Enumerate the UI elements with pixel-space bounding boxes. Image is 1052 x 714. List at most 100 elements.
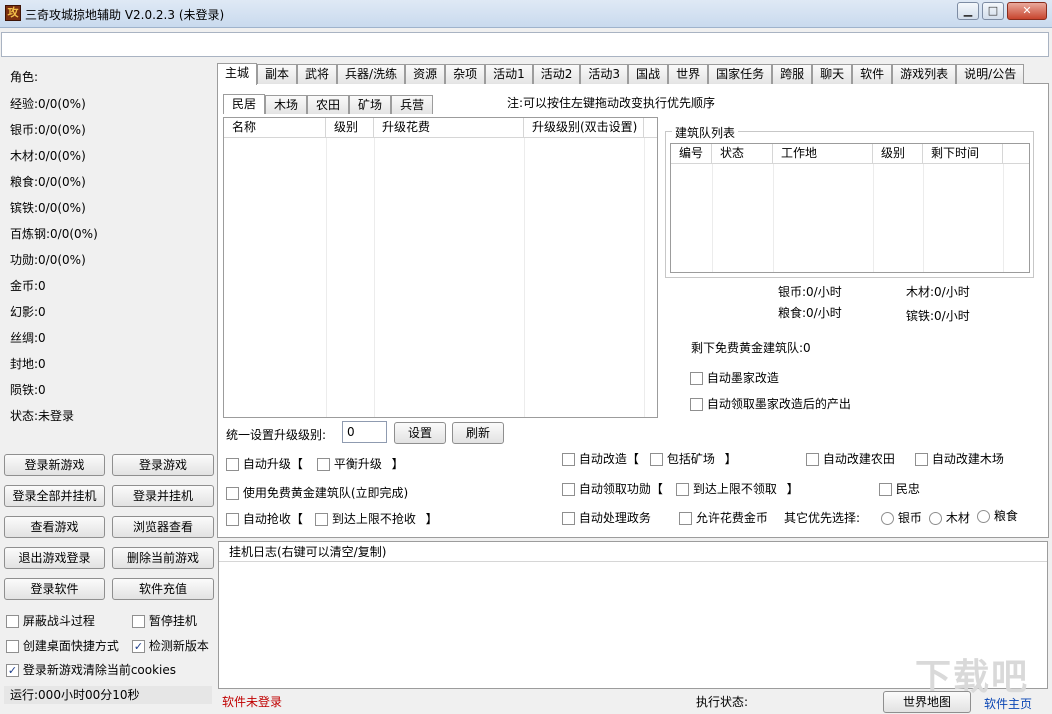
check-version-checkbox[interactable]: ✓ <box>132 640 145 653</box>
balance-upgrade-checkbox[interactable] <box>317 458 330 471</box>
auto-merit-option[interactable]: 自动领取功勋【 <box>562 480 663 497</box>
queue-col-id[interactable]: 编号 <box>671 144 712 163</box>
auto-mojia-option[interactable]: 自动墨家改造 <box>690 369 779 386</box>
main-tab[interactable]: 游戏列表 <box>892 64 957 84</box>
allow-gold-option[interactable]: 允许花费金币 <box>679 509 768 526</box>
main-tab[interactable]: 杂项 <box>445 64 486 84</box>
main-tab[interactable]: 活动3 <box>580 64 629 84</box>
building-subtab[interactable]: 木场 <box>265 95 308 114</box>
no-grab-limit-checkbox[interactable] <box>315 513 328 526</box>
auto-rebuild-farm-option[interactable]: 自动改建农田 <box>806 450 895 467</box>
desktop-shortcut-checkbox[interactable] <box>6 640 19 653</box>
main-tab[interactable]: 世界 <box>668 64 709 84</box>
maximize-button[interactable]: □ <box>982 2 1004 20</box>
auto-mojia-collect-checkbox[interactable] <box>690 398 703 411</box>
view-game-button[interactable]: 查看游戏 <box>4 516 105 538</box>
grid-col-cost[interactable]: 升级花费 <box>374 118 524 137</box>
priority-silver-option[interactable]: 银币 <box>881 509 922 526</box>
building-subtab[interactable]: 民居 <box>223 94 266 114</box>
recharge-button[interactable]: 软件充值 <box>112 578 214 600</box>
desktop-shortcut-option[interactable]: 创建桌面快捷方式 <box>6 637 119 654</box>
auto-rebuild-wood-checkbox[interactable] <box>915 453 928 466</box>
auto-upgrade-option[interactable]: 自动升级【 <box>226 455 303 472</box>
loyalty-option[interactable]: 民忠 <box>879 480 920 497</box>
set-level-button[interactable]: 设置 <box>394 422 446 444</box>
hide-battle-checkbox[interactable] <box>6 615 19 628</box>
world-map-button[interactable]: 世界地图 <box>883 691 971 713</box>
main-tab[interactable]: 资源 <box>405 64 446 84</box>
no-collect-limit-checkbox[interactable] <box>676 483 689 496</box>
queue-col-remaining[interactable]: 剩下时间 <box>923 144 1003 163</box>
main-tab[interactable]: 国战 <box>628 64 669 84</box>
hide-battle-option[interactable]: 屏蔽战斗过程 <box>6 612 95 629</box>
auto-rebuild-farm-checkbox[interactable] <box>806 453 819 466</box>
balance-upgrade-option[interactable]: 平衡升级 】 <box>317 455 404 472</box>
logout-game-button[interactable]: 退出游戏登录 <box>4 547 105 569</box>
use-free-gold-option[interactable]: 使用免费黄金建筑队(立即完成) <box>226 484 408 501</box>
auto-grab-checkbox[interactable] <box>226 513 239 526</box>
login-game-button[interactable]: 登录游戏 <box>112 454 214 476</box>
main-tab[interactable]: 主城 <box>217 63 258 85</box>
auto-improve-checkbox[interactable] <box>562 453 575 466</box>
delete-game-button[interactable]: 删除当前游戏 <box>112 547 214 569</box>
main-tab[interactable]: 活动1 <box>485 64 533 84</box>
priority-silver-radio[interactable] <box>881 512 894 525</box>
priority-food-option[interactable]: 粮食 <box>977 507 1018 524</box>
queue-grid[interactable]: 编号 状态 工作地 级别 剩下时间 <box>670 143 1030 273</box>
login-software-button[interactable]: 登录软件 <box>4 578 105 600</box>
main-tab[interactable]: 软件 <box>852 64 893 84</box>
auto-grab-option[interactable]: 自动抢收【 <box>226 510 303 527</box>
main-tab[interactable]: 说明/公告 <box>956 64 1025 84</box>
auto-mojia-checkbox[interactable] <box>690 372 703 385</box>
allow-gold-checkbox[interactable] <box>679 512 692 525</box>
refresh-button[interactable]: 刷新 <box>452 422 504 444</box>
clear-cookies-option[interactable]: ✓ 登录新游戏清除当前cookies <box>6 661 176 678</box>
no-collect-limit-option[interactable]: 到达上限不领取 】 <box>676 480 799 497</box>
login-all-idle-button[interactable]: 登录全部并挂机 <box>4 485 105 507</box>
auto-rebuild-wood-option[interactable]: 自动改建木场 <box>915 450 1004 467</box>
priority-food-radio[interactable] <box>977 510 990 523</box>
queue-col-status[interactable]: 状态 <box>712 144 773 163</box>
building-subtab[interactable]: 矿场 <box>349 95 392 114</box>
auto-merit-checkbox[interactable] <box>562 483 575 496</box>
queue-col-workplace[interactable]: 工作地 <box>773 144 873 163</box>
grid-col-name[interactable]: 名称 <box>224 118 326 137</box>
grid-col-target-level[interactable]: 升级级别(双击设置) <box>524 118 644 137</box>
main-tab[interactable]: 活动2 <box>532 64 581 84</box>
address-input[interactable] <box>1 32 1049 57</box>
building-subtab[interactable]: 兵营 <box>391 95 434 114</box>
main-tab[interactable]: 跨服 <box>772 64 813 84</box>
queue-col-level[interactable]: 级别 <box>873 144 923 163</box>
include-mine-checkbox[interactable] <box>650 453 663 466</box>
check-version-option[interactable]: ✓ 检测新版本 <box>132 637 209 654</box>
auto-mojia-collect-option[interactable]: 自动领取墨家改造后的产出 <box>690 395 851 412</box>
priority-wood-option[interactable]: 木材 <box>929 509 970 526</box>
use-free-gold-checkbox[interactable] <box>226 487 239 500</box>
building-grid[interactable]: 名称 级别 升级花费 升级级别(双击设置) <box>223 117 658 418</box>
browser-view-button[interactable]: 浏览器查看 <box>112 516 214 538</box>
unified-level-input[interactable]: 0 <box>342 421 387 443</box>
main-tab[interactable]: 兵器/洗练 <box>337 64 406 84</box>
main-tab[interactable]: 武将 <box>297 64 338 84</box>
close-button[interactable]: ✕ <box>1007 2 1047 20</box>
login-new-game-button[interactable]: 登录新游戏 <box>4 454 105 476</box>
auto-improve-option[interactable]: 自动改造【 <box>562 450 639 467</box>
main-tab[interactable]: 国家任务 <box>708 64 773 84</box>
clear-cookies-checkbox[interactable]: ✓ <box>6 664 19 677</box>
building-subtab[interactable]: 农田 <box>307 95 350 114</box>
no-grab-limit-option[interactable]: 到达上限不抢收 】 <box>315 510 438 527</box>
main-tab[interactable]: 聊天 <box>812 64 853 84</box>
login-idle-button[interactable]: 登录并挂机 <box>112 485 214 507</box>
auto-affairs-option[interactable]: 自动处理政务 <box>562 509 651 526</box>
loyalty-checkbox[interactable] <box>879 483 892 496</box>
auto-upgrade-checkbox[interactable] <box>226 458 239 471</box>
pause-checkbox[interactable] <box>132 615 145 628</box>
minimize-button[interactable]: ▁ <box>957 2 979 20</box>
grid-col-level[interactable]: 级别 <box>326 118 374 137</box>
software-home-link[interactable]: 软件主页 <box>984 695 1032 712</box>
auto-affairs-checkbox[interactable] <box>562 512 575 525</box>
include-mine-option[interactable]: 包括矿场 】 <box>650 450 737 467</box>
pause-option[interactable]: 暂停挂机 <box>132 612 197 629</box>
main-tab[interactable]: 副本 <box>257 64 298 84</box>
priority-wood-radio[interactable] <box>929 512 942 525</box>
